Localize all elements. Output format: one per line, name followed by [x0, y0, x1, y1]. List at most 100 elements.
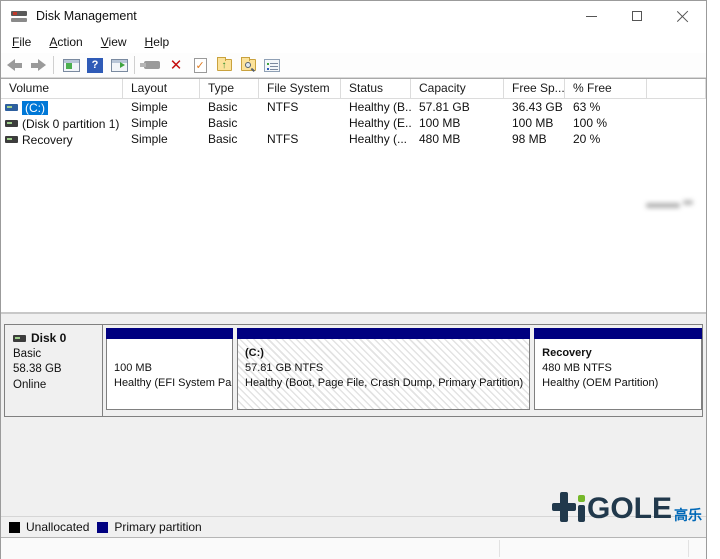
row-free-space: 36.43 GB: [504, 99, 565, 115]
higole-watermark-logo: GOLE 高乐: [552, 492, 702, 524]
help-button[interactable]: ?: [84, 55, 106, 75]
menu-bar: File Action View Help: [1, 31, 706, 53]
forward-arrow-icon: [31, 61, 46, 70]
partition-recovery[interactable]: Recovery 480 MB NTFS Healthy (OEM Partit…: [534, 328, 702, 410]
delete-x-icon: ✕: [170, 58, 183, 73]
show-action-pane-button[interactable]: [108, 55, 130, 75]
folder-up-icon: ↑: [217, 59, 232, 71]
logo-cjk-text: 高乐: [674, 506, 702, 524]
minimize-icon: [586, 16, 597, 17]
help-icon: ?: [87, 58, 103, 73]
column-header-volume[interactable]: Volume: [1, 79, 123, 99]
primary-partition-swatch-icon: [97, 522, 108, 533]
logo-latin-text: GOLE: [587, 494, 672, 524]
partition-color-bar: [106, 328, 233, 339]
column-header-type[interactable]: Type: [200, 79, 259, 99]
pointer-tool-button[interactable]: [141, 55, 163, 75]
minimize-button[interactable]: [568, 1, 614, 31]
partition-color-bar: [534, 328, 702, 339]
legend-unallocated-label: Unallocated: [26, 520, 89, 534]
column-header-status[interactable]: Status: [341, 79, 411, 99]
volume-name: (Disk 0 partition 1): [22, 117, 119, 131]
disk-name: Disk 0: [31, 331, 66, 347]
row-pct-free: 20 %: [565, 131, 647, 147]
close-icon: [677, 10, 689, 22]
folder-search-icon: [241, 59, 256, 71]
partition-status: Healthy (OEM Partition): [542, 376, 695, 391]
disk-type: Basic: [13, 347, 102, 363]
logo-i-icon: [578, 492, 586, 524]
row-status: Healthy (...: [341, 131, 411, 147]
volume-name: (C:): [22, 101, 48, 115]
volume-icon: [5, 120, 18, 127]
row-capacity: 480 MB: [411, 131, 504, 147]
column-header-file-system[interactable]: File System: [259, 79, 341, 99]
row-layout: Simple: [123, 99, 200, 115]
partition-c-drive[interactable]: (C:) 57.81 GB NTFS Healthy (Boot, Page F…: [237, 328, 530, 410]
maximize-icon: [632, 11, 642, 21]
column-header-pct-free[interactable]: % Free: [565, 79, 647, 99]
partition-name: Recovery: [542, 346, 695, 361]
legend-primary-partition-label: Primary partition: [114, 520, 201, 534]
toolbar-separator: [53, 56, 54, 74]
volume-name: Recovery: [22, 133, 73, 147]
disk-0-row: Disk 0 Basic 58.38 GB Online 100 MB Heal…: [4, 324, 703, 417]
properties-button[interactable]: [261, 55, 283, 75]
partition-size: 480 MB NTFS: [542, 361, 695, 376]
row-status: Healthy (B...: [341, 99, 411, 115]
column-header-capacity[interactable]: Capacity: [411, 79, 504, 99]
volume-icon: [5, 136, 18, 143]
column-header-layout[interactable]: Layout: [123, 79, 200, 99]
menu-view[interactable]: View: [92, 32, 136, 52]
menu-help[interactable]: Help: [136, 32, 179, 52]
document-check-icon: ✓: [194, 58, 207, 73]
partition-map: 100 MB Healthy (EFI System Pa (C:) 57.81…: [103, 325, 704, 416]
row-type: Basic: [200, 131, 259, 147]
back-button[interactable]: [3, 55, 25, 75]
toolbar: ? ✕ ✓ ↑: [1, 53, 706, 78]
graphical-view-pane: Disk 0 Basic 58.38 GB Online 100 MB Heal…: [1, 312, 706, 516]
partition-status: Healthy (Boot, Page File, Crash Dump, Pr…: [245, 376, 523, 391]
close-button[interactable]: [660, 1, 706, 31]
table-row-disk0-partition1[interactable]: (Disk 0 partition 1) Simple Basic Health…: [1, 115, 706, 131]
partition-name: [114, 346, 226, 361]
toolbar-separator: [134, 56, 135, 74]
delete-volume-button[interactable]: ✕: [165, 55, 187, 75]
row-pct-free: 63 %: [565, 99, 647, 115]
row-free-space: 98 MB: [504, 131, 565, 147]
volume-list: Volume Layout Type File System Status Ca…: [1, 78, 706, 312]
disk-management-app-icon: [11, 10, 27, 23]
partition-size: 57.81 GB NTFS: [245, 361, 523, 376]
partition-efi[interactable]: 100 MB Healthy (EFI System Pa: [106, 328, 233, 410]
disk-icon: [13, 335, 26, 342]
table-row-c-drive[interactable]: (C:) Simple Basic NTFS Healthy (B... 57.…: [1, 99, 706, 115]
row-file-system: [259, 115, 341, 131]
action-pane-icon: [111, 59, 128, 72]
window-title: Disk Management: [36, 9, 137, 23]
row-layout: Simple: [123, 131, 200, 147]
partition-size: 100 MB: [114, 361, 226, 376]
forward-button[interactable]: [27, 55, 49, 75]
show-console-tree-button[interactable]: [60, 55, 82, 75]
disk-0-info-panel[interactable]: Disk 0 Basic 58.38 GB Online: [5, 325, 103, 416]
row-type: Basic: [200, 115, 259, 131]
table-row-recovery[interactable]: Recovery Simple Basic NTFS Healthy (... …: [1, 131, 706, 147]
row-layout: Simple: [123, 115, 200, 131]
column-header-free-space[interactable]: Free Sp...: [504, 79, 565, 99]
maximize-button[interactable]: [614, 1, 660, 31]
volume-icon: [5, 104, 18, 111]
menu-action[interactable]: Action: [40, 32, 91, 52]
check-document-button[interactable]: ✓: [189, 55, 211, 75]
pointer-tool-icon: [144, 61, 160, 69]
console-tree-icon: [63, 59, 80, 72]
explore-button[interactable]: [237, 55, 259, 75]
row-capacity: 57.81 GB: [411, 99, 504, 115]
open-button[interactable]: ↑: [213, 55, 235, 75]
partition-color-bar: [237, 328, 530, 339]
column-header-blank: [647, 79, 706, 99]
menu-file[interactable]: File: [3, 32, 40, 52]
row-type: Basic: [200, 99, 259, 115]
disk-status: Online: [13, 378, 102, 394]
row-free-space: 100 MB: [504, 115, 565, 131]
disk-size: 58.38 GB: [13, 362, 102, 378]
